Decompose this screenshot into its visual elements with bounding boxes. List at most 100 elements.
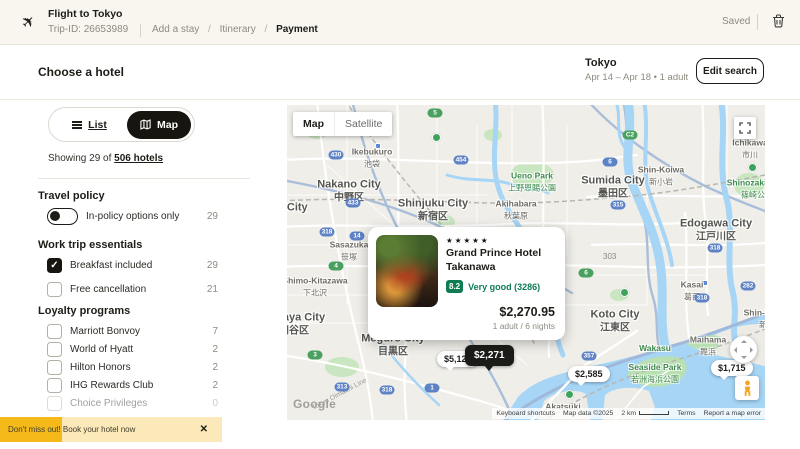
- breakfast-checkbox[interactable]: ✓: [47, 258, 62, 273]
- route-shield: 433: [346, 199, 361, 208]
- map-label: Akihabara秋葉原: [495, 193, 536, 222]
- route-shield: 315: [611, 201, 626, 210]
- promo-banner: Don't miss out! Book your hotel now ✕: [0, 417, 222, 442]
- pegman-streetview[interactable]: [735, 376, 759, 400]
- free-cancellation-checkbox[interactable]: [47, 282, 62, 297]
- hotel-price-block: $2,270.95 1 adult / 6 nights: [493, 305, 555, 331]
- filter-count: 29: [207, 211, 218, 222]
- map-attribution: Keyboard shortcuts Map data ©2025 2 km T…: [492, 408, 765, 419]
- route-shield: 318: [695, 294, 710, 303]
- airplane-icon: ✈: [17, 10, 41, 34]
- terms-link[interactable]: Terms: [673, 408, 700, 419]
- route-shield: 357: [582, 352, 597, 361]
- map-label: Ueno Park上野恩賜公園: [508, 165, 556, 194]
- map-label: Setagaya City世田谷区: [287, 306, 325, 337]
- filter-count: 7: [212, 326, 218, 337]
- results-count-link[interactable]: 506 hotels: [114, 153, 163, 164]
- essentials-heading: Work trip essentials: [38, 239, 142, 251]
- filter-row-hilton: Hilton Honors 2: [47, 359, 218, 375]
- list-icon: [72, 121, 82, 123]
- top-header: ✈ Flight to Tokyo Trip-ID: 26653989 Add …: [0, 0, 800, 45]
- breadcrumb-itinerary[interactable]: Itinerary: [220, 24, 256, 35]
- route-shield: 4: [329, 262, 344, 271]
- report-map-error-link[interactable]: Report a map error: [700, 408, 765, 419]
- rating-text: Very good (3286): [468, 282, 540, 292]
- map-view-button[interactable]: Map: [127, 111, 191, 139]
- park-poi-icon: [432, 133, 441, 142]
- price-marker[interactable]: $2,585: [568, 366, 610, 382]
- map-type-map[interactable]: Map: [293, 112, 334, 136]
- route-shield: 1: [425, 384, 440, 393]
- fullscreen-button[interactable]: [734, 117, 756, 139]
- loyalty-heading: Loyalty programs: [38, 305, 130, 317]
- filter-row-ihg: IHG Rewards Club 2: [47, 377, 218, 393]
- map-label: Suginami City杉並区: [287, 196, 308, 227]
- travel-booking-app: ✈ Flight to Tokyo Trip-ID: 26653989 Add …: [0, 0, 800, 449]
- page-subheader: Choose a hotel Tokyo Apr 14 – Apr 18 • 1…: [0, 45, 800, 100]
- search-destination: Tokyo: [585, 57, 617, 69]
- filter-row-marriott: Marriott Bonvoy 7: [47, 323, 218, 339]
- choice-checkbox[interactable]: [47, 396, 62, 411]
- in-policy-filter-row: In-policy options only 29: [47, 208, 218, 224]
- header-divider: [757, 14, 758, 30]
- sidebar-divider: [38, 178, 250, 179]
- google-logo[interactable]: Google: [293, 397, 336, 411]
- route-shield: 5: [428, 109, 443, 118]
- route-shield: 318: [708, 244, 723, 253]
- hyatt-checkbox[interactable]: [47, 342, 62, 357]
- map-type-satellite[interactable]: Satellite: [334, 112, 392, 136]
- breadcrumb: Add a stay / Itinerary / Payment: [152, 24, 324, 35]
- filter-count: 2: [212, 362, 218, 373]
- filter-row-breakfast: ✓ Breakfast included 29: [47, 257, 218, 273]
- keyboard-shortcuts-link[interactable]: Keyboard shortcuts: [492, 408, 559, 419]
- filter-count: 2: [212, 344, 218, 355]
- marriott-checkbox[interactable]: [47, 324, 62, 339]
- map-canvas[interactable]: Ikebukuro池袋 Nakano City中野区 Shinjuku City…: [287, 105, 765, 420]
- road-number-label: 303: [603, 252, 616, 261]
- route-shield: 3: [308, 351, 323, 360]
- ihg-checkbox[interactable]: [47, 378, 62, 393]
- filter-count: 0: [212, 398, 218, 409]
- breadcrumb-add-a-stay[interactable]: Add a stay: [152, 24, 199, 35]
- rating-badge: 8.2: [446, 280, 463, 293]
- hilton-checkbox[interactable]: [47, 360, 62, 375]
- filter-row-hyatt: World of Hyatt 2: [47, 341, 218, 357]
- trip-title: Flight to Tokyo: [48, 8, 122, 20]
- map-label: Sumida City墨田区: [581, 169, 645, 200]
- breadcrumb-payment[interactable]: Payment: [276, 24, 318, 35]
- filter-count: 21: [207, 284, 218, 295]
- trash-icon[interactable]: [772, 14, 785, 33]
- map-label: Shin-Koiwa新小岩: [638, 159, 684, 188]
- route-shield: 313: [335, 383, 350, 392]
- hotel-name: Grand Prince Hotel Takanawa: [446, 247, 557, 274]
- route-shield: 318: [320, 228, 335, 237]
- hotel-rating: 8.2 Very good (3286): [446, 280, 557, 293]
- pan-control[interactable]: [730, 336, 757, 363]
- hotel-stars: ★★★★★: [446, 236, 557, 245]
- travel-policy-heading: Travel policy: [38, 190, 105, 202]
- route-shield: 318: [380, 386, 395, 395]
- toggle-knob: [50, 211, 60, 221]
- results-summary: Showing 29 of 506 hotels: [48, 153, 163, 164]
- pegman-icon: [741, 380, 754, 397]
- price-marker-selected[interactable]: $2,271: [465, 345, 514, 366]
- route-shield: 430: [329, 151, 344, 160]
- route-shield: 454: [454, 156, 469, 165]
- hotel-photo: [376, 235, 438, 307]
- header-divider: [140, 24, 141, 37]
- route-shield: 282: [741, 282, 756, 291]
- map-label: Shinjuku City新宿区: [398, 192, 468, 223]
- map-label: Koto City江東区: [591, 303, 640, 334]
- park-poi-icon: [620, 288, 629, 297]
- route-shield: 14: [350, 232, 365, 241]
- scale-bar: [639, 411, 669, 415]
- hotel-card[interactable]: ★★★★★ Grand Prince Hotel Takanawa 8.2 Ve…: [368, 227, 565, 340]
- list-view-button[interactable]: List: [52, 119, 127, 131]
- in-policy-toggle[interactable]: [47, 208, 78, 225]
- search-dates: Apr 14 – Apr 18 • 1 adult: [585, 72, 688, 83]
- filter-count: 2: [212, 380, 218, 391]
- close-icon[interactable]: ✕: [200, 417, 208, 442]
- edit-search-button[interactable]: Edit search: [696, 58, 764, 84]
- route-shield: 6: [579, 269, 594, 278]
- trip-id: Trip-ID: 26653989: [48, 24, 128, 35]
